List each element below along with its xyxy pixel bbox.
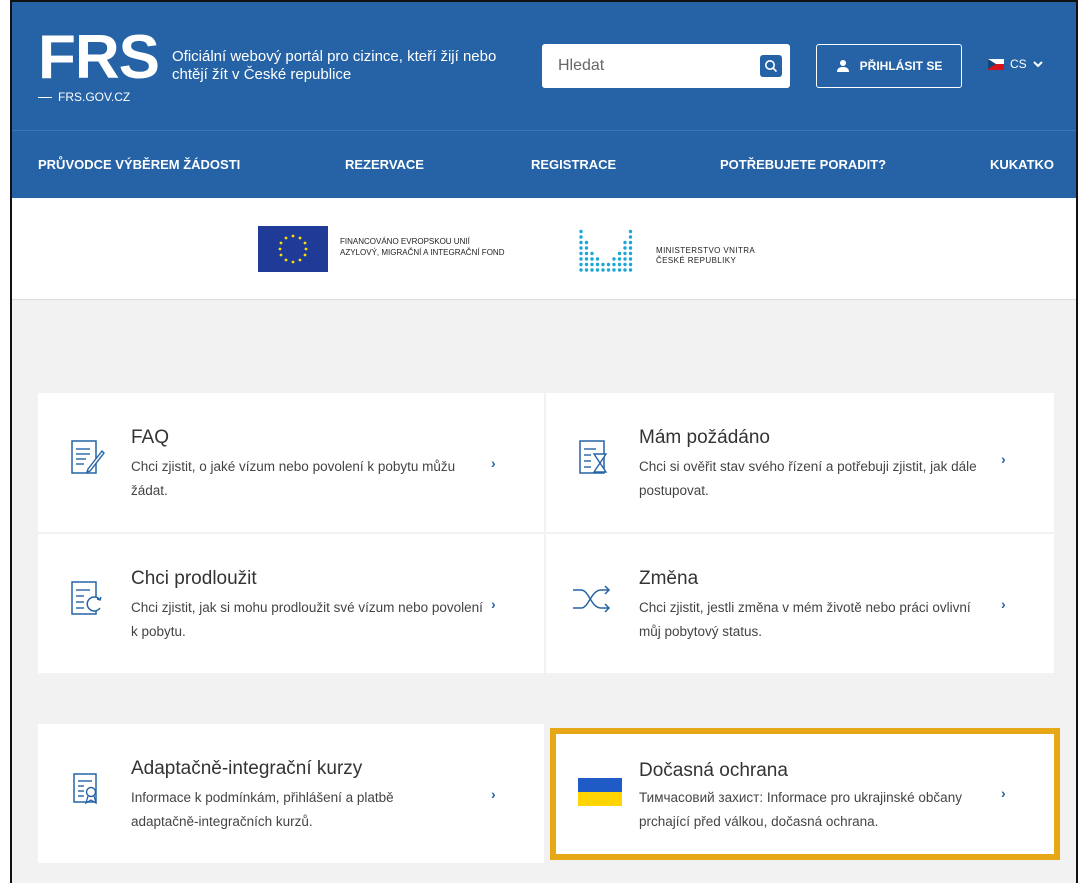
eu-flag-logo xyxy=(258,226,328,272)
frs-logo[interactable]: FRS FRS.GOV.CZ xyxy=(38,23,160,104)
logo-text: FRS xyxy=(38,23,160,92)
ministry-logo xyxy=(578,224,633,274)
site-header: FRS FRS.GOV.CZ Oficiální webový portál p… xyxy=(12,2,1076,130)
card-docasna-ochrana[interactable]: Dočasná ochrana Тимчасовий захист: Infor… xyxy=(550,728,1060,860)
nav-item-registrace[interactable]: REGISTRACE xyxy=(531,157,616,172)
card-kurzy[interactable]: Adaptačně-integrační kurzy Informace k p… xyxy=(38,724,544,863)
eu-fund-text: FINANCOVÁNO EVROPSKOU UNIÍ AZYLOVÝ, MIGR… xyxy=(340,236,504,258)
card-description: Informace k podmínkám, přihlášení a plat… xyxy=(131,790,394,829)
certificate-icon xyxy=(73,773,98,805)
card-faq[interactable]: FAQ Chci zjistit, o jaké vízum nebo povo… xyxy=(38,393,544,532)
card-description: Chci zjistit, o jaké vízum nebo povolení… xyxy=(131,459,456,498)
card-title: FAQ xyxy=(131,427,170,448)
card-title: Chci prodloužit xyxy=(131,568,257,589)
browser-frame: FRS FRS.GOV.CZ Oficiální webový portál p… xyxy=(10,0,1078,883)
search-icon xyxy=(765,60,778,73)
nav-item-rezervace[interactable]: REZERVACE xyxy=(345,157,424,172)
eu-line-1: FINANCOVÁNO EVROPSKOU UNIÍ xyxy=(340,237,470,246)
ministry-line-1: MINISTERSTVO VNITRA xyxy=(656,246,756,255)
card-description: Chci zjistit, jak si mohu prodloužit své… xyxy=(131,600,483,639)
card-description: Тимчасовий захист: Informace pro ukrajin… xyxy=(639,790,962,829)
chevron-right-icon: › xyxy=(1001,451,1006,467)
document-edit-icon xyxy=(71,440,105,474)
card-title: Dočasná ochrana xyxy=(639,760,788,781)
logo-subtitle: FRS.GOV.CZ xyxy=(38,90,159,104)
nav-item-pruvodce[interactable]: PRŮVODCE VÝBĚREM ŽÁDOSTI xyxy=(38,157,240,172)
card-title: Adaptačně-integrační kurzy xyxy=(131,758,363,779)
card-zmena[interactable]: Změna Chci zjistit, jestli změna v mém ž… xyxy=(546,534,1054,673)
main-nav: PRŮVODCE VÝBĚREM ŽÁDOSTI REZERVACE REGIS… xyxy=(12,130,1076,198)
logo-domain: FRS.GOV.CZ xyxy=(58,90,131,104)
chevron-right-icon: › xyxy=(1001,596,1006,612)
chevron-right-icon: › xyxy=(491,596,496,612)
chevron-right-icon: › xyxy=(491,786,496,802)
ministry-text: MINISTERSTVO VNITRA ČESKÉ REPUBLIKY xyxy=(656,246,755,266)
nav-item-kukatko[interactable]: KUKATKO xyxy=(990,157,1054,172)
login-button[interactable]: PŘIHLÁSIT SE xyxy=(816,44,962,88)
ukraine-flag-icon xyxy=(578,778,622,806)
shuffle-icon xyxy=(573,585,611,613)
search-input[interactable] xyxy=(542,44,754,88)
chevron-down-icon xyxy=(1032,60,1043,67)
card-title: Změna xyxy=(639,568,699,589)
nav-item-poradit[interactable]: POTŘEBUJETE PORADIT? xyxy=(720,157,886,172)
card-description: Chci zjistit, jestli změna v mém životě … xyxy=(639,600,971,639)
site-tagline: Oficiální webový portál pro cizince, kte… xyxy=(172,48,497,83)
card-mam-pozadano[interactable]: Mám požádáno Chci si ověřit stav svého ř… xyxy=(546,393,1054,532)
logo-dash xyxy=(38,96,52,98)
chevron-right-icon: › xyxy=(1001,785,1006,801)
eu-line-2: AZYLOVÝ, MIGRAČNÍ A INTEGRAČNÍ FOND xyxy=(340,248,505,257)
chevron-right-icon: › xyxy=(491,455,496,471)
language-selector[interactable]: CS xyxy=(988,57,1043,71)
card-description: Chci si ověřit stav svého řízení a potře… xyxy=(639,459,977,498)
login-label: PŘIHLÁSIT SE xyxy=(859,59,943,73)
czech-flag-icon xyxy=(988,58,1004,70)
search-button[interactable] xyxy=(760,55,782,77)
document-hourglass-icon xyxy=(579,440,608,474)
sponsor-band: FINANCOVÁNO EVROPSKOU UNIÍ AZYLOVÝ, MIGR… xyxy=(12,198,1076,300)
language-label: CS xyxy=(1010,57,1027,71)
card-prodlouzit[interactable]: Chci prodloužit Chci zjistit, jak si moh… xyxy=(38,534,544,673)
user-icon xyxy=(836,60,849,72)
search-box xyxy=(542,44,790,88)
ministry-line-2: ČESKÉ REPUBLIKY xyxy=(656,256,737,265)
card-title: Mám požádáno xyxy=(639,427,770,448)
document-renew-icon xyxy=(71,581,102,615)
